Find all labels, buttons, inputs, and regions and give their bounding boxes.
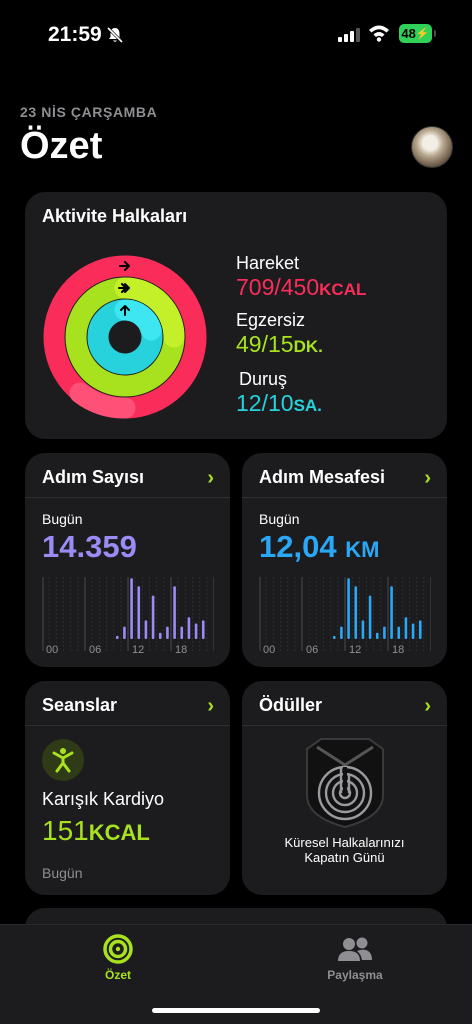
move-value: 709/450KCAL: [236, 274, 367, 300]
exercise-label: Egzersiz: [236, 310, 306, 330]
chevron-right-icon[interactable]: ›: [424, 467, 431, 490]
activity-rings-tab-icon: [103, 934, 133, 964]
chart-bar: [383, 626, 386, 639]
chart-bar: [187, 617, 191, 639]
stand-value: 12/10SA.: [236, 390, 322, 416]
chart-bar: [368, 595, 372, 639]
move-label: Hareket: [236, 253, 300, 273]
chevron-right-icon[interactable]: ›: [207, 467, 214, 490]
step-distance-chart: 00 06 12 18: [259, 577, 431, 656]
cellular-signal-icon: [338, 27, 360, 42]
tab-sharing[interactable]: Paylaşma: [313, 933, 397, 982]
step-count-chart: 00 06 12 18: [42, 577, 214, 656]
tab-summary[interactable]: Özet: [88, 933, 148, 982]
home-indicator: [152, 1008, 320, 1013]
activity-rings-card[interactable]: Aktivite Halkaları Hareket 709/450KCAL E…: [25, 192, 447, 439]
chart-bar: [144, 620, 148, 639]
step-count-card[interactable]: Adım Sayısı › Bugün 14.359 00 06 12 18: [25, 453, 230, 667]
people-icon: [338, 937, 372, 961]
chart-tick-label: 00: [263, 644, 275, 656]
step-count-title: Adım Sayısı: [42, 467, 145, 487]
chart-bar: [201, 620, 205, 639]
chart-bar: [115, 635, 119, 639]
chart-bar: [158, 632, 162, 639]
chevron-right-icon[interactable]: ›: [207, 695, 214, 718]
status-time: 21:59: [48, 23, 102, 46]
chart-bar: [332, 635, 336, 639]
exercise-metric: Egzersiz 49/15DK.: [236, 310, 323, 360]
profile-avatar[interactable]: [411, 126, 453, 168]
awards-title: Ödüller: [259, 695, 323, 715]
award-caption: Küresel Halkalarınızı Kapatın Günü: [284, 835, 405, 865]
chart-bar: [173, 586, 176, 639]
divider: [242, 725, 447, 726]
chart-bar: [390, 586, 393, 639]
chart-bar: [340, 626, 343, 639]
distance-today-label: Bugün: [259, 511, 300, 527]
session-name: Karışık Kardiyo: [42, 789, 165, 809]
step-distance-card[interactable]: Adım Mesafesi › Bugün 12,04 KM 00 06 12 18: [242, 453, 447, 667]
divider: [242, 497, 447, 498]
chart-bar: [194, 623, 198, 639]
chart-tick-label: 00: [46, 644, 58, 656]
chart-tick-label: 18: [175, 644, 187, 656]
exercise-value: 49/15DK.: [236, 331, 323, 357]
activity-rings-chart: [43, 255, 207, 419]
divider: [25, 497, 230, 498]
header-date: 23 NİS ÇARŞAMBA: [20, 104, 158, 120]
chart-bar: [347, 578, 350, 639]
awards-card[interactable]: Ödüller › Küresel Halkalarınızı Kapatın …: [242, 681, 447, 895]
chart-bar: [180, 626, 184, 639]
status-bar: 21:59 48 ⚡: [0, 0, 472, 70]
chart-tick-label: 18: [392, 644, 404, 656]
chevron-right-icon[interactable]: ›: [424, 695, 431, 718]
sessions-title: Seanslar: [42, 695, 118, 715]
bell-muted-icon: [106, 26, 124, 44]
divider: [25, 725, 230, 726]
chart-bar: [404, 617, 408, 639]
step-today-label: Bugün: [42, 511, 83, 527]
battery-indicator: 48 ⚡: [399, 24, 436, 43]
page-title: Özet: [20, 125, 103, 167]
chart-bar: [375, 632, 379, 639]
chart-bar: [151, 595, 155, 639]
chart-bar: [354, 586, 358, 639]
chart-bar: [361, 620, 365, 639]
chart-tick-label: 12: [132, 644, 144, 656]
activity-rings-title: Aktivite Halkaları: [42, 206, 188, 226]
session-date: Bugün: [42, 865, 83, 881]
chart-bar: [123, 626, 126, 639]
chart-tick-label: 12: [349, 644, 361, 656]
sessions-card[interactable]: Seanslar › Karışık Kardiyo 151KCAL Bugün: [25, 681, 230, 895]
stand-label: Duruş: [239, 369, 288, 389]
wifi-icon: [369, 25, 389, 42]
stand-metric: Duruş 12/10SA.: [236, 369, 322, 419]
session-calories: 151KCAL: [42, 815, 150, 846]
chart-tick-label: 06: [89, 644, 101, 656]
chart-bar: [130, 578, 133, 639]
chart-bar: [411, 623, 415, 639]
chart-bar: [418, 620, 422, 639]
chart-tick-label: 06: [306, 644, 318, 656]
chart-bar: [137, 586, 141, 639]
step-count-value: 14.359: [42, 529, 137, 564]
chart-bar: [397, 626, 401, 639]
step-distance-value: 12,04 KM: [259, 529, 380, 564]
award-badge-icon: [306, 738, 384, 829]
step-distance-title: Adım Mesafesi: [259, 467, 386, 487]
cardio-workout-icon: [42, 739, 84, 781]
chart-bar: [166, 626, 169, 639]
move-metric: Hareket 709/450KCAL: [236, 253, 366, 303]
